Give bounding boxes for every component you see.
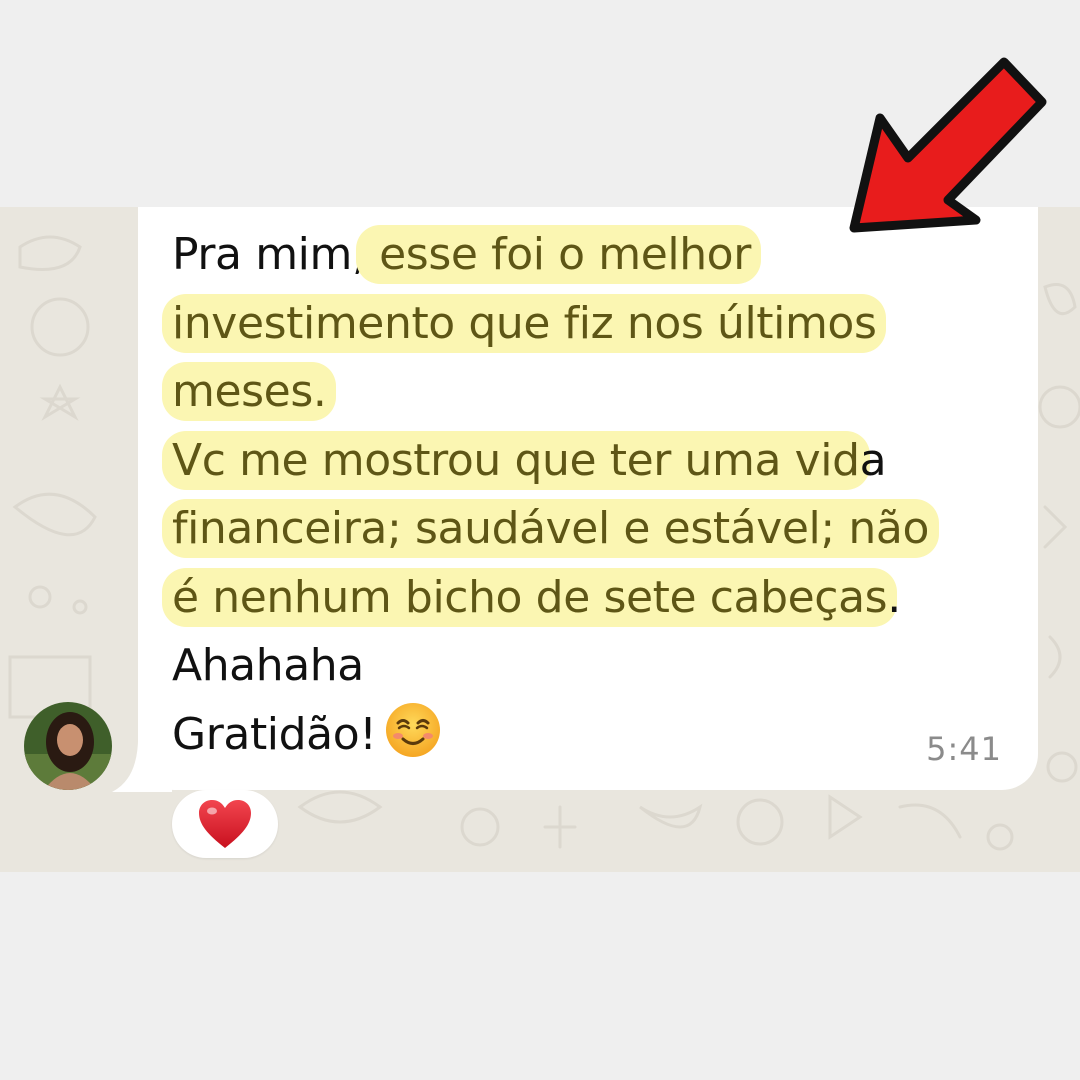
message-text: Pra mim, esse foi o melhor investimento …	[162, 221, 1022, 770]
red-heart-icon	[199, 800, 251, 848]
message-line: Vc me mostrou que ter uma vida	[162, 427, 1022, 496]
highlighted-text: financeira; saudável e estável; não	[162, 499, 939, 558]
message-line: investimento que fiz nos últimos	[162, 290, 1022, 359]
highlighted-text: investimento que fiz nos últimos	[162, 293, 887, 353]
message-timestamp: 5:41	[926, 730, 1002, 768]
smiling-face-emoji	[386, 702, 441, 757]
highlighted-text: é nenhum bicho de sete cabeças	[162, 567, 898, 627]
message-line: Ahahaha	[172, 640, 364, 691]
highlighted-text: meses.	[162, 362, 337, 421]
red-arrow-icon	[849, 57, 1047, 233]
contact-avatar[interactable]	[24, 702, 112, 790]
message-line: é nenhum bicho de sete cabeças.	[162, 564, 1022, 633]
message-line: Gratidão!	[172, 701, 1022, 770]
reaction-badge[interactable]	[172, 790, 278, 858]
highlighted-text: Vc me mostrou que ter uma vid	[162, 430, 870, 490]
highlighted-text: esse foi o melhor	[355, 225, 761, 284]
message-line: financeira; saudável e estável; não	[162, 495, 1022, 564]
message-line: meses.	[162, 358, 1022, 427]
